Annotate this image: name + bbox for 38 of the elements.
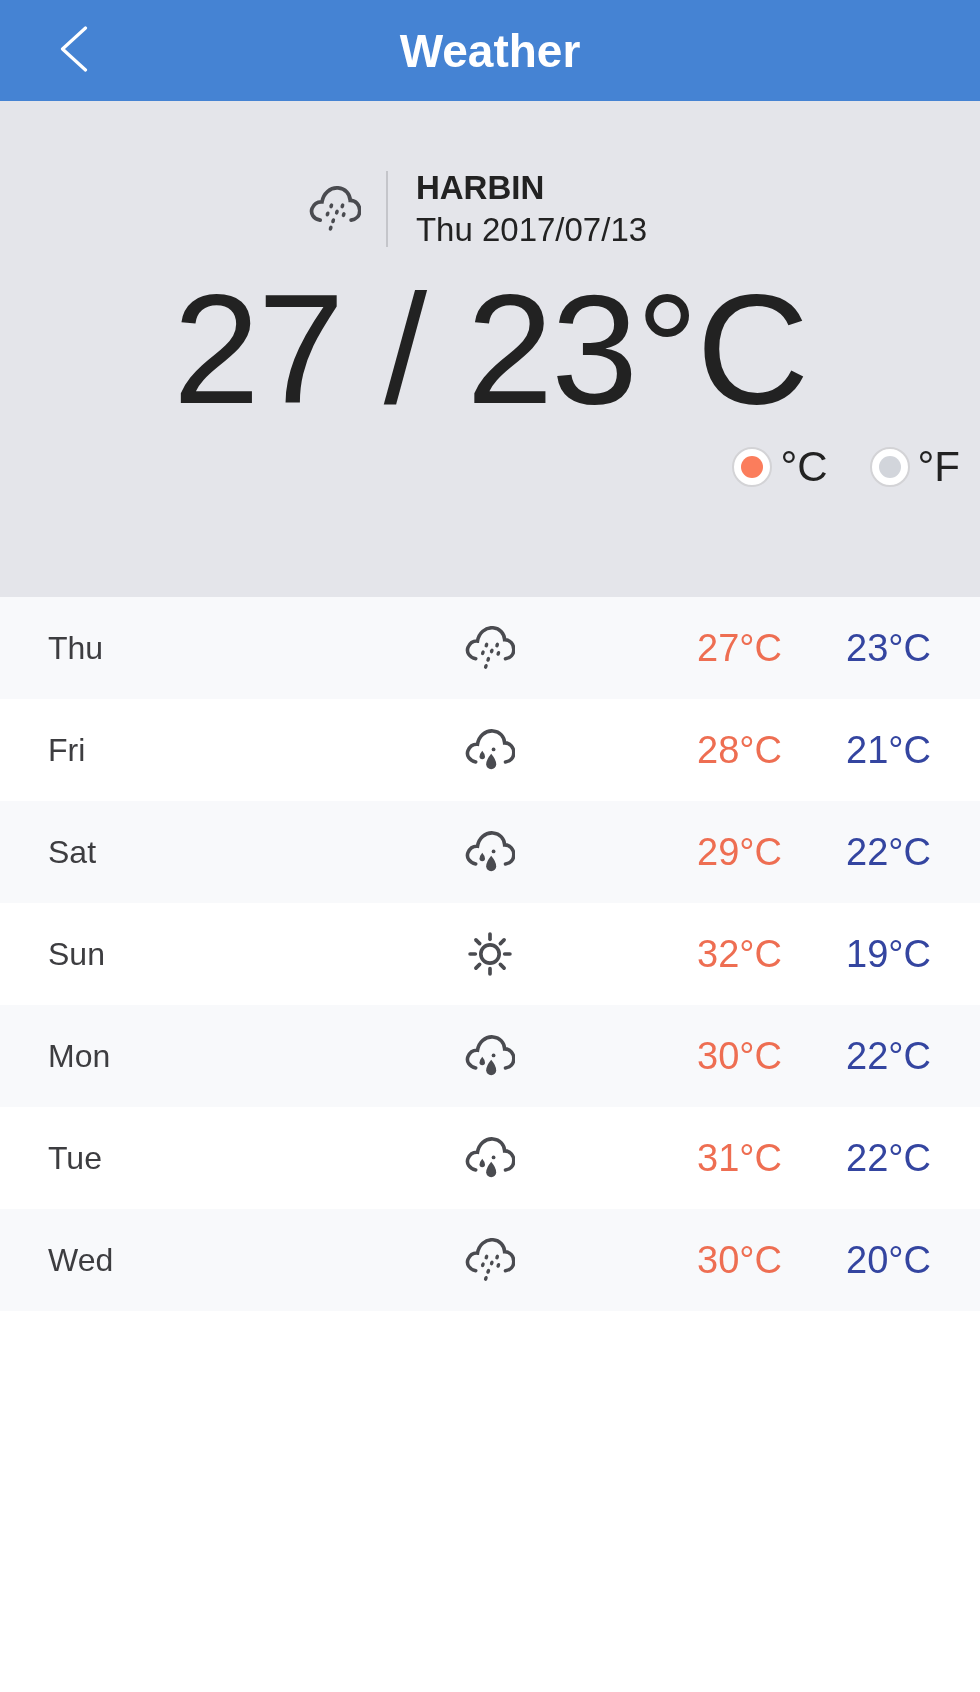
- date-label: Thu 2017/07/13: [415, 210, 648, 250]
- high-temperature: 32°C: [696, 932, 782, 976]
- high-temperature: 30°C: [696, 1034, 782, 1078]
- low-temperature: 21°C: [845, 728, 931, 772]
- rain-cloud-icon: [464, 1238, 515, 1282]
- city-name: HARBIN: [415, 168, 546, 208]
- temperature-reading: 27 / 23°C: [172, 269, 808, 429]
- cloud-drops-icon: [464, 1136, 515, 1180]
- unit-label[interactable]: °C: [780, 443, 828, 491]
- chevron-left-icon: [60, 26, 88, 72]
- unit-label[interactable]: °F: [917, 443, 960, 491]
- cloud-drops-icon: [464, 830, 515, 874]
- day-label: Sat: [48, 833, 97, 871]
- cloud-drops-icon: [464, 1034, 515, 1078]
- high-temperature: 30°C: [696, 1238, 782, 1282]
- low-temperature: 23°C: [845, 626, 931, 670]
- rain-cloud-icon: [308, 186, 361, 232]
- radio-button[interactable]: [732, 447, 773, 487]
- day-label: Tue: [48, 1139, 102, 1177]
- low-temperature: 20°C: [845, 1238, 931, 1282]
- page-title: Weather: [399, 23, 581, 79]
- high-temperature: 29°C: [696, 830, 782, 874]
- low-temperature: 22°C: [845, 830, 931, 874]
- day-label: Sun: [48, 935, 105, 973]
- low-temperature: 22°C: [845, 1136, 931, 1180]
- high-temperature: 31°C: [696, 1136, 782, 1180]
- day-label: Wed: [48, 1241, 114, 1279]
- day-label: Fri: [48, 731, 86, 769]
- high-temperature: 28°C: [696, 728, 782, 772]
- low-temperature: 19°C: [845, 932, 931, 976]
- day-label: Mon: [48, 1037, 111, 1075]
- high-temperature: 27°C: [696, 626, 782, 670]
- day-label: Thu: [48, 629, 104, 667]
- low-temperature: 22°C: [845, 1034, 931, 1078]
- rain-cloud-icon: [464, 626, 515, 670]
- back-button[interactable]: [60, 26, 88, 72]
- cloud-drops-icon: [464, 728, 515, 772]
- radio-button[interactable]: [869, 447, 910, 487]
